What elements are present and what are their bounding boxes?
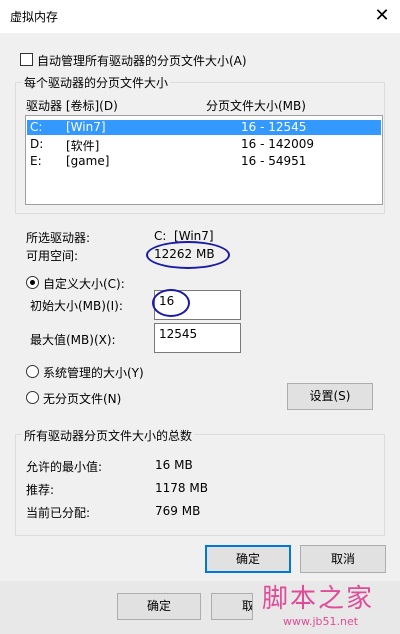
cancel-button[interactable]: 取消: [300, 545, 386, 573]
max-size-label: 最大值(MB)(X):: [30, 333, 116, 347]
auto-manage-checkbox[interactable]: [20, 53, 33, 66]
totals-group-title: 所有驱动器分页文件大小的总数: [22, 427, 195, 444]
no-paging-radio[interactable]: [26, 391, 39, 404]
selected-drive-label: 所选驱动器:: [26, 231, 91, 245]
annotation-circle-space: [146, 241, 230, 269]
drives-group-title: 每个驱动器的分页文件大小: [22, 74, 171, 91]
underlying-partial-button[interactable]: 取: [211, 593, 253, 620]
drive-row-d[interactable]: D: [软件] 16 - 142009: [27, 137, 381, 153]
drive-row-c[interactable]: C: [Win7] 16 - 12545: [27, 120, 381, 135]
ok-button[interactable]: 确定: [205, 545, 291, 573]
drive-list[interactable]: C: [Win7] 16 - 12545 D: [软件] 16 - 142009…: [25, 115, 383, 205]
set-button[interactable]: 设置(S): [287, 383, 373, 410]
available-space-label: 可用空间:: [26, 249, 79, 263]
auto-manage-label: 自动管理所有驱动器的分页文件大小(A): [37, 54, 247, 68]
recommended-label: 推荐:: [26, 483, 55, 497]
window-title: 虚拟内存: [10, 10, 59, 24]
currently-allocated-value: 769 MB: [155, 504, 201, 518]
drive-label: [Win7]: [66, 120, 106, 134]
watermark-url: www.jb51.net: [283, 615, 359, 628]
drive-letter: D:: [30, 137, 44, 151]
min-allowed-label: 允许的最小值:: [26, 460, 103, 474]
drive-label: [软件]: [66, 139, 100, 153]
drive-size: 16 - 12545: [241, 120, 307, 134]
drive-column-header: 驱动器 [卷标](D): [26, 99, 118, 113]
drive-size: 16 - 54951: [241, 154, 307, 168]
drive-row-e[interactable]: E: [game] 16 - 54951: [27, 154, 381, 169]
size-column-header: 分页文件大小(MB): [206, 99, 306, 113]
custom-size-radio[interactable]: [26, 276, 39, 289]
min-allowed-value: 16 MB: [155, 458, 193, 472]
initial-size-label: 初始大小(MB)(I):: [30, 299, 123, 313]
recommended-value: 1178 MB: [155, 481, 208, 495]
drive-label: [game]: [66, 154, 110, 168]
drive-letter: C:: [30, 120, 43, 134]
drive-size: 16 - 142009: [241, 137, 315, 151]
no-paging-label: 无分页文件(N): [43, 392, 122, 406]
annotation-circle-initial: [152, 289, 190, 317]
title-bar: [0, 0, 400, 33]
drive-letter: E:: [30, 154, 42, 168]
underlying-ok-button[interactable]: 确定: [117, 593, 201, 620]
watermark-logo: 脚本之家: [262, 584, 375, 614]
custom-size-label: 自定义大小(C):: [43, 277, 125, 291]
currently-allocated-label: 当前已分配:: [26, 506, 91, 520]
max-size-input[interactable]: 12545: [154, 323, 241, 353]
system-managed-radio[interactable]: [26, 365, 39, 378]
system-managed-label: 系统管理的大小(Y): [43, 366, 144, 380]
close-icon[interactable]: ✕: [368, 2, 396, 30]
